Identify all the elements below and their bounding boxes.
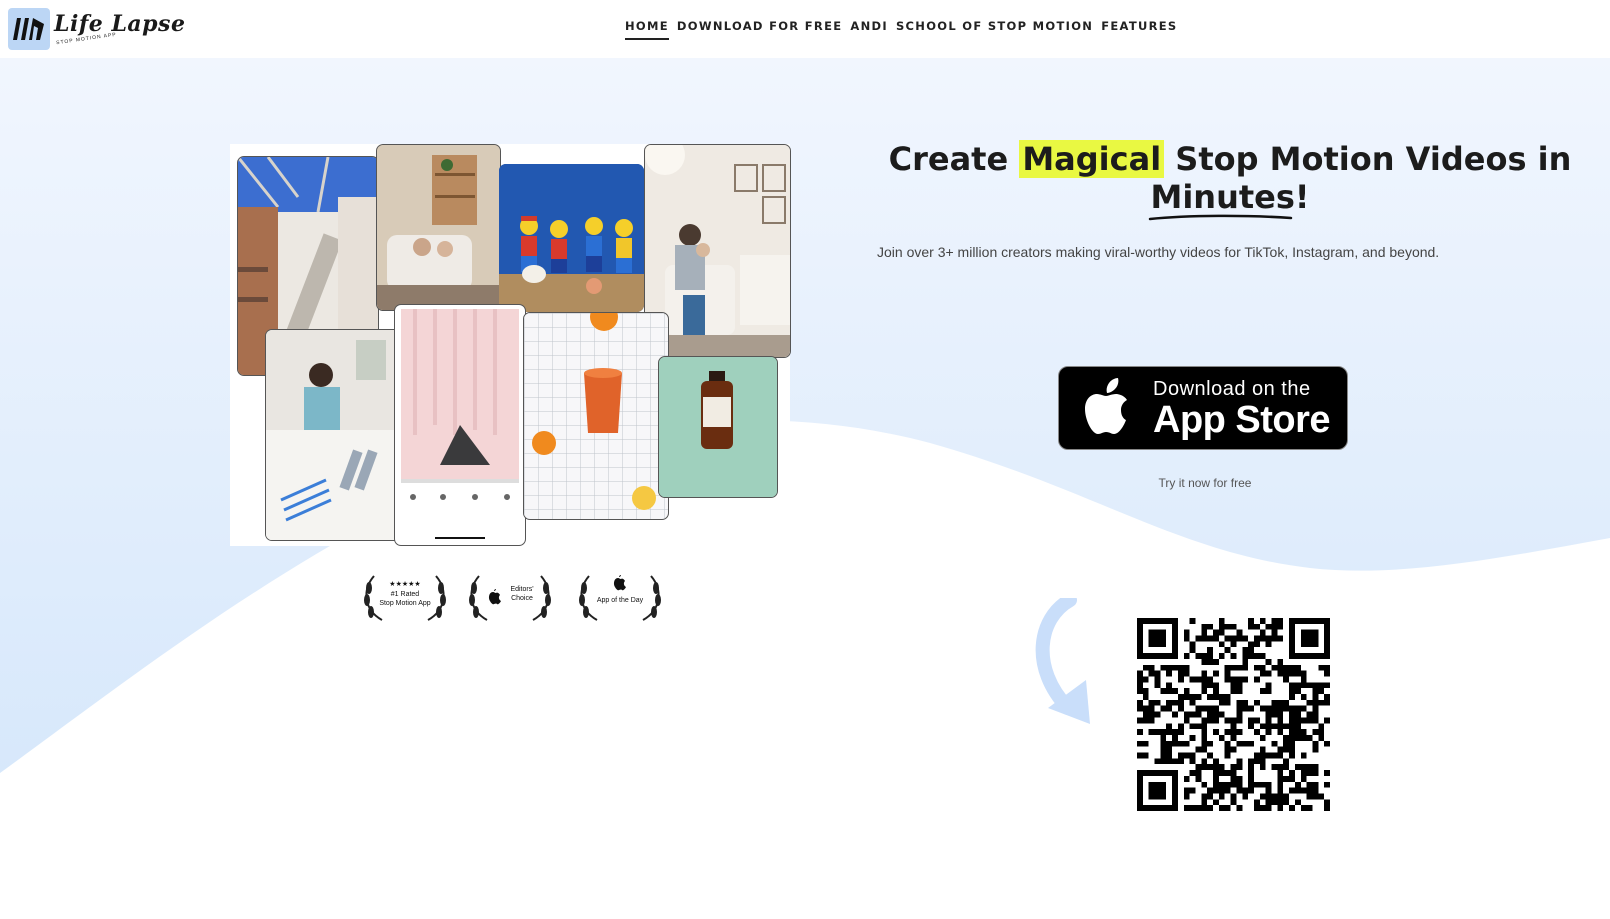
headline-highlight: Magical xyxy=(1019,140,1165,178)
logo[interactable]: Life Lapse STOP MOTION APP xyxy=(8,8,185,50)
badge-app-of-the-day: App of the Day xyxy=(575,570,665,626)
nav-school-of-stop-motion[interactable]: SCHOOL OF STOP MOTION xyxy=(896,19,1093,40)
photo-phone-app-screen xyxy=(394,304,526,546)
hero-headline: Create Magical Stop Motion Videos in Min… xyxy=(880,140,1580,221)
photo-juice-table xyxy=(523,312,669,520)
award-badges: ★★★★★ #1 Rated Stop Motion App Editors' … xyxy=(355,570,665,626)
photo-collage xyxy=(230,144,791,546)
badge-stars: ★★★★★ xyxy=(389,581,421,588)
apple-icon xyxy=(1085,378,1127,434)
app-store-button[interactable]: Download on the App Store xyxy=(1058,366,1348,450)
nav-andi[interactable]: ANDI xyxy=(850,19,888,40)
nav-download-for-free[interactable]: DOWNLOAD FOR FREE xyxy=(677,19,842,40)
photo-woman-desk xyxy=(265,329,402,541)
nav-home[interactable]: HOME xyxy=(625,19,669,40)
nav-features[interactable]: FEATURES xyxy=(1101,19,1177,40)
logo-wordmark: Life Lapse xyxy=(54,11,186,37)
badge-editors-choice: Editors' Choice xyxy=(465,570,555,626)
logo-mark-icon xyxy=(8,8,50,50)
photo-toy-figures xyxy=(499,164,644,312)
site-header: Life Lapse STOP MOTION APP HOME DOWNLOAD… xyxy=(0,0,1610,58)
photo-living-room xyxy=(376,144,501,311)
underline-swoosh-icon xyxy=(1149,214,1293,221)
try-free-text: Try it now for free xyxy=(1158,476,1252,490)
app-store-line2: App Store xyxy=(1153,398,1331,441)
badge-rated: ★★★★★ #1 Rated Stop Motion App xyxy=(360,570,450,626)
qr-code[interactable] xyxy=(1137,618,1330,811)
app-store-line1: Download on the xyxy=(1153,377,1311,400)
main-nav: HOME DOWNLOAD FOR FREE ANDI SCHOOL OF ST… xyxy=(625,19,1178,40)
hero-subtext: Join over 3+ million creators making vir… xyxy=(877,244,1440,260)
photo-bottle xyxy=(658,356,778,498)
curved-arrow-icon xyxy=(1035,598,1090,724)
headline-underlined-word: Minutes xyxy=(1149,178,1295,221)
